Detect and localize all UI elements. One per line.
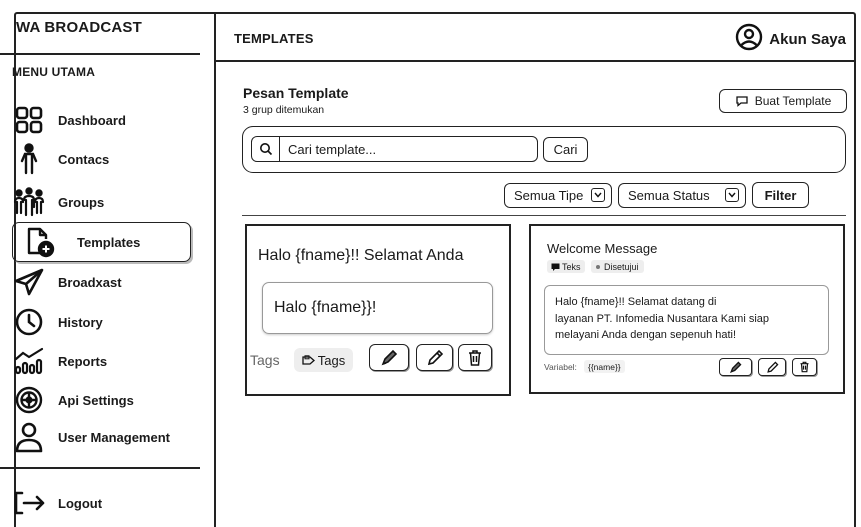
chevron-down-icon — [725, 188, 739, 202]
dashboard-grid-icon — [12, 104, 46, 136]
template-body: Halo {fname}!! Selamat datang di layanan… — [555, 294, 825, 344]
sidebar-item-label: Groups — [58, 194, 105, 210]
logout-label: Logout — [58, 495, 103, 511]
chart-icon — [12, 345, 46, 377]
account-label: Akun Saya — [769, 31, 846, 48]
page-title: TEMPLATES — [234, 31, 314, 46]
edit-button[interactable] — [416, 344, 453, 371]
edit-button[interactable] — [719, 358, 752, 376]
sidebar-item-history[interactable]: History — [12, 304, 192, 340]
sidebar-item-label: Api Settings — [58, 392, 134, 408]
sidebar-item-label: User Management — [58, 429, 170, 445]
template-preview: Halo {fname}}! — [274, 299, 377, 316]
user-icon — [12, 421, 46, 453]
status-badge: Disetujui — [591, 260, 644, 273]
send-icon — [12, 266, 46, 298]
status-filter-select[interactable]: Semua Status — [618, 183, 746, 208]
template-body-line: layanan PT. Infomedia Nusantara Kami sia… — [555, 312, 770, 325]
edit-button[interactable] — [758, 358, 786, 376]
sidebar-item-dashboard[interactable]: Dashboard — [12, 102, 192, 138]
edit-button[interactable] — [369, 344, 409, 371]
pencil-icon — [766, 361, 779, 374]
gear-icon — [12, 384, 46, 416]
type-badge-label: Teks — [562, 261, 581, 272]
template-body-line: melayani Anda dengan sepenuh hati! — [555, 329, 737, 341]
message-icon — [551, 263, 560, 271]
search-placeholder: Cari template... — [288, 141, 377, 157]
brush-icon — [729, 361, 742, 374]
logout-button[interactable]: Logout — [12, 485, 192, 521]
result-count: 3 grup ditemukan — [243, 104, 325, 116]
top-bar: TEMPLATES Akun Saya — [216, 12, 856, 62]
account-icon — [735, 23, 763, 56]
type-filter-select[interactable]: Semua Tipe — [504, 183, 612, 208]
sidebar-item-groups[interactable]: Groups — [12, 184, 192, 220]
tag-badge[interactable]: Tags — [294, 348, 353, 372]
delete-button[interactable] — [792, 358, 817, 376]
person-icon — [12, 143, 46, 175]
divider — [0, 53, 200, 55]
sidebar-item-label: Contacs — [58, 151, 110, 167]
sidebar-item-reports[interactable]: Reports — [12, 343, 192, 379]
section-title: Pesan Template — [243, 85, 349, 101]
template-title: Welcome Message — [547, 241, 658, 256]
pencil-icon — [426, 349, 444, 367]
divider — [242, 215, 846, 216]
filter-button[interactable]: Filter — [752, 182, 809, 208]
template-body-line: Halo {fname}!! Selamat datang di — [555, 296, 717, 308]
group-icon — [12, 186, 46, 218]
sidebar-item-label: Broadxast — [58, 274, 122, 290]
trash-icon — [799, 361, 810, 373]
divider — [0, 467, 200, 469]
create-template-label: Buat Template — [754, 94, 832, 108]
account-menu[interactable]: Akun Saya — [735, 23, 846, 56]
status-filter-value: Semua Status — [628, 188, 710, 203]
search-button[interactable]: Cari — [543, 137, 588, 162]
search-input[interactable]: Cari template... — [251, 136, 538, 162]
chevron-down-icon — [591, 188, 605, 202]
status-badge-label: Disetujui — [604, 261, 639, 272]
trash-icon — [467, 349, 483, 367]
type-badge: Teks — [547, 260, 585, 273]
template-title: Halo {fname}!! Selamat Anda — [258, 247, 464, 264]
brush-icon — [380, 349, 398, 367]
sidebar-item-broadxast[interactable]: Broadxast — [12, 264, 192, 300]
variable-label: Variabel: — [544, 362, 577, 372]
tag-icon — [302, 354, 315, 366]
delete-button[interactable] — [458, 344, 492, 371]
sidebar-item-api-settings[interactable]: Api Settings — [12, 382, 192, 418]
tags-label: Tags — [250, 352, 280, 368]
variable-badge: {{name}} — [584, 360, 625, 373]
logout-icon — [12, 487, 46, 519]
sidebar-item-label: Dashboard — [58, 112, 126, 128]
menu-heading: MENU UTAMA — [12, 65, 96, 79]
document-add-icon — [23, 226, 57, 258]
tag-label: Tags — [317, 352, 346, 368]
type-filter-value: Semua Tipe — [514, 188, 584, 203]
chat-icon — [735, 95, 749, 107]
sidebar-item-contacs[interactable]: Contacs — [12, 141, 192, 177]
brand-title: WA BROADCAST — [16, 19, 143, 36]
search-icon — [252, 137, 280, 161]
sidebar-item-label: History — [58, 314, 103, 330]
sidebar-item-templates[interactable]: Templates — [12, 222, 191, 262]
sidebar-item-label: Reports — [58, 353, 108, 369]
create-template-button[interactable]: Buat Template — [719, 89, 847, 113]
sidebar-item-label: Templates — [77, 234, 141, 250]
status-dot-icon — [596, 264, 600, 269]
clock-icon — [12, 306, 46, 338]
sidebar-item-user-management[interactable]: User Management — [12, 419, 192, 455]
